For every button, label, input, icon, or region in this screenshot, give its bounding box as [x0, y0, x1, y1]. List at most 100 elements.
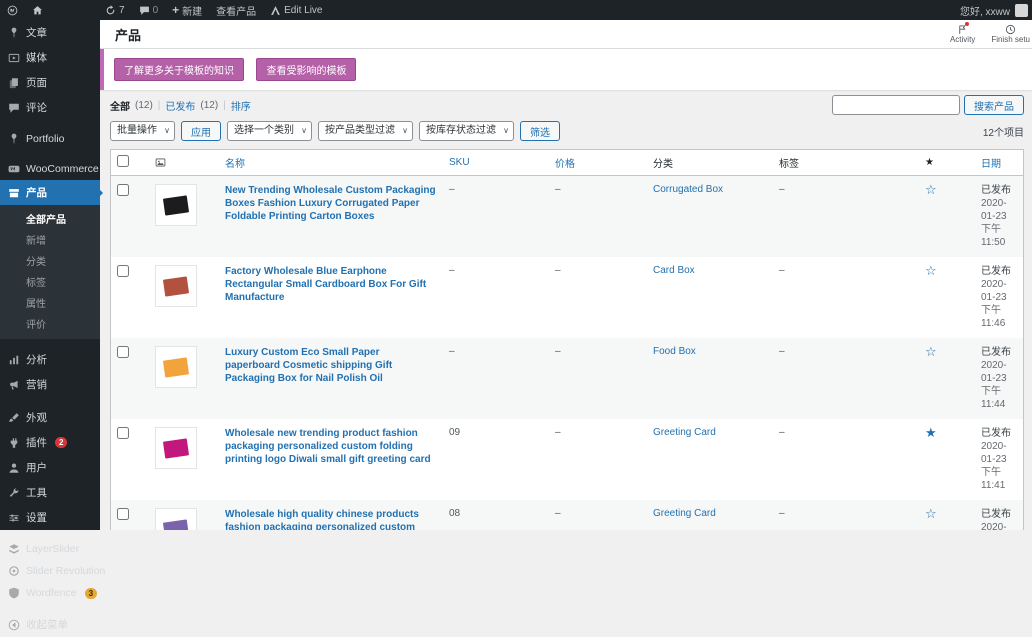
table-controls: 批量操作 应用 选择一个类别 按产品类型过滤 按库存状态过滤 筛选 12个项目 — [110, 121, 1024, 141]
search-input[interactable] — [832, 95, 960, 115]
sidebar-menu: 文章媒体页面评论 Portfolio WooCommerce 产品全部产品新增分类标签… — [0, 20, 100, 530]
stock-status-filter-select[interactable]: 按库存状态过滤 — [419, 121, 514, 141]
sidebar-subitem-tags[interactable]: 标签 — [0, 271, 100, 292]
comments-indicator[interactable]: 0 — [132, 0, 166, 20]
product-name-link[interactable]: Luxury Custom Eco Small Paper paperboard… — [225, 346, 437, 385]
bulk-action-select[interactable]: 批量操作 — [110, 121, 175, 141]
product-thumbnail[interactable] — [155, 184, 197, 226]
row-checkbox[interactable] — [117, 184, 129, 196]
product-category-link[interactable]: Card Box — [653, 265, 695, 276]
updates-indicator[interactable]: 7 — [98, 0, 132, 20]
sidebar-item-portfolio[interactable]: Portfolio — [0, 128, 100, 150]
column-header-featured: ★ — [919, 150, 975, 176]
wordpress-logo-icon[interactable] — [0, 0, 25, 20]
new-content-button[interactable]: + 新建 — [165, 0, 209, 20]
view-count: (12) — [200, 100, 218, 111]
edit-live-icon — [270, 5, 281, 16]
sidebar-item-media[interactable]: 媒体 — [0, 45, 100, 70]
featured-star[interactable]: ☆ — [925, 182, 937, 197]
sidebar-item-label: 分析 — [26, 352, 47, 367]
publish-status: 已发布 — [981, 427, 1017, 440]
view-link[interactable]: 排序 — [231, 98, 251, 113]
category-filter-select[interactable]: 选择一个类别 — [227, 121, 312, 141]
product-name-link[interactable]: Factory Wholesale Blue Earphone Rectangu… — [225, 265, 437, 304]
activity-button[interactable]: Activity — [950, 24, 975, 44]
avatar[interactable] — [1015, 4, 1028, 17]
product-name-link[interactable]: New Trending Wholesale Custom Packaging … — [225, 184, 437, 223]
sidebar-item-wordfence[interactable]: Wordfence3 — [0, 582, 100, 604]
featured-star[interactable]: ☆ — [925, 506, 937, 521]
layers-icon — [8, 543, 20, 555]
sidebar-subitem-categories[interactable]: 分类 — [0, 250, 100, 271]
column-header-name[interactable]: 名称 — [219, 150, 443, 176]
column-header-price[interactable]: 价格 — [549, 150, 647, 176]
product-category-link[interactable]: Corrugated Box — [653, 184, 723, 195]
featured-star[interactable]: ☆ — [925, 263, 937, 278]
sidebar-item-analytics[interactable]: 分析 — [0, 347, 100, 372]
site-home-icon[interactable] — [25, 0, 50, 20]
featured-star[interactable]: ☆ — [925, 344, 937, 359]
product-category-link[interactable]: Greeting Card — [653, 508, 716, 519]
sidebar-item-label: WooCommerce — [26, 163, 99, 175]
sidebar-subitem-reviews[interactable]: 评价 — [0, 313, 100, 334]
sidebar-item-slider-revolution[interactable]: Slider Revolution — [0, 560, 100, 582]
sidebar-item-layerslider[interactable]: LayerSlider — [0, 538, 100, 560]
publish-date: 2020-01-23 下午11:44 — [981, 359, 1017, 411]
sidebar-item-collapse-menu[interactable]: 收起菜单 — [0, 612, 100, 637]
view-affected-templates-button[interactable]: 查看受影响的模板 — [256, 58, 356, 81]
view-link[interactable]: 全部 — [110, 98, 130, 113]
sidebar-subitem-all-products[interactable]: 全部产品 — [0, 208, 100, 229]
tags-value: – — [779, 265, 785, 276]
pin-icon — [8, 27, 20, 39]
select-all-checkbox[interactable] — [117, 155, 129, 167]
tags-value: – — [779, 427, 785, 438]
product-thumbnail[interactable] — [155, 346, 197, 388]
sidebar-item-settings[interactable]: 设置 — [0, 505, 100, 530]
sku-value: 08 — [449, 508, 460, 519]
row-checkbox[interactable] — [117, 508, 129, 520]
row-checkbox[interactable] — [117, 346, 129, 358]
sidebar-item-label: 收起菜单 — [26, 617, 68, 632]
sidebar-item-tools[interactable]: 工具 — [0, 480, 100, 505]
product-category-link[interactable]: Food Box — [653, 346, 696, 357]
price-value: – — [555, 346, 561, 357]
sidebar-item-label: 媒体 — [26, 50, 47, 65]
products-table: 名称 SKU 价格 分类 标签 ★ 日期 New Trending Wholes… — [110, 149, 1024, 530]
sidebar-item-pages[interactable]: 页面 — [0, 70, 100, 95]
row-checkbox[interactable] — [117, 427, 129, 439]
sidebar-item-users[interactable]: 用户 — [0, 455, 100, 480]
sidebar-item-plugins[interactable]: 插件2 — [0, 430, 100, 455]
row-checkbox[interactable] — [117, 265, 129, 277]
featured-star[interactable]: ★ — [925, 425, 937, 440]
finish-setup-button[interactable]: Finish setu — [991, 24, 1030, 44]
filter-button[interactable]: 筛选 — [520, 121, 560, 141]
learn-more-templates-button[interactable]: 了解更多关于模板的知识 — [114, 58, 244, 81]
table-row: Factory Wholesale Blue Earphone Rectangu… — [111, 257, 1024, 338]
sidebar-subitem-attributes[interactable]: 属性 — [0, 292, 100, 313]
search-products-button[interactable]: 搜索产品 — [964, 95, 1024, 115]
column-header-tags: 标签 — [773, 150, 919, 176]
view-link[interactable]: 已发布 — [165, 98, 195, 113]
account-greeting[interactable]: 您好, xxww — [960, 3, 1010, 18]
sidebar-item-marketing[interactable]: 营销 — [0, 372, 100, 397]
publish-date: 2020-01-23 下午11:46 — [981, 278, 1017, 330]
product-name-link[interactable]: Wholesale new trending product fashion p… — [225, 427, 437, 466]
sidebar-item-products[interactable]: 产品 — [0, 180, 100, 205]
column-header-sku[interactable]: SKU — [443, 150, 549, 176]
sidebar-item-woocommerce[interactable]: WooCommerce — [0, 158, 100, 180]
column-header-date[interactable]: 日期 — [975, 150, 1024, 176]
apply-button[interactable]: 应用 — [181, 121, 221, 141]
edit-live-link[interactable]: Edit Live — [263, 0, 329, 20]
product-thumbnail[interactable] — [155, 508, 197, 530]
product-thumbnail[interactable] — [155, 427, 197, 469]
product-category-link[interactable]: Greeting Card — [653, 427, 716, 438]
product-thumbnail[interactable] — [155, 265, 197, 307]
sidebar-item-comments[interactable]: 评论 — [0, 95, 100, 120]
sidebar-item-appearance[interactable]: 外观 — [0, 405, 100, 430]
sidebar-subitem-add-new[interactable]: 新增 — [0, 229, 100, 250]
product-type-filter-select[interactable]: 按产品类型过滤 — [318, 121, 413, 141]
sidebar-item-posts[interactable]: 文章 — [0, 20, 100, 45]
sidebar-item-label: Wordfence — [26, 587, 77, 599]
view-product-link[interactable]: 查看产品 — [209, 0, 263, 20]
product-name-link[interactable]: Wholesale high quality chinese products … — [225, 508, 437, 530]
